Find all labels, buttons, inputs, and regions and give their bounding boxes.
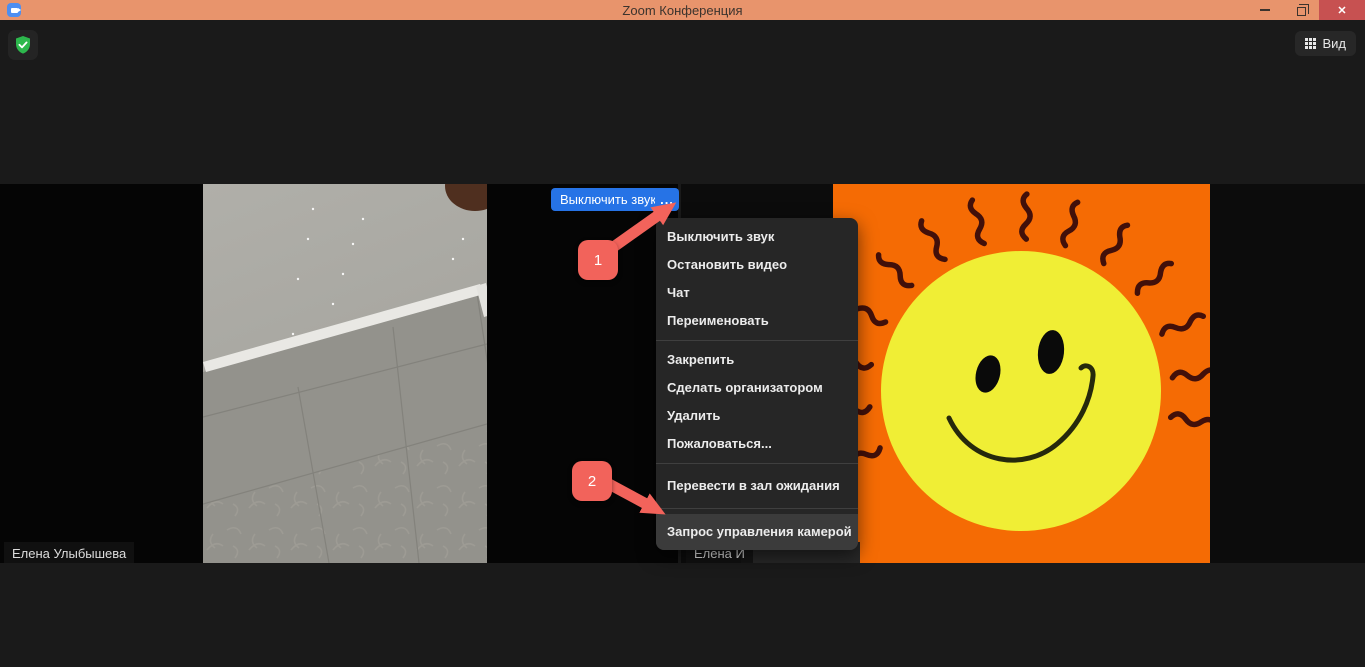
menu-separator <box>656 508 858 509</box>
minimize-button[interactable] <box>1247 0 1283 20</box>
tiled-wall-photo <box>203 184 487 563</box>
participant-name-label: Елена Улыбышева <box>4 542 134 563</box>
mute-participant-button[interactable]: Выключить звук <box>551 188 665 211</box>
minimize-icon <box>1260 9 1270 11</box>
menu-item-chat[interactable]: Чат <box>656 279 858 307</box>
video-tile-1[interactable]: Елена Улыбышева <box>0 184 678 563</box>
shield-check-icon <box>13 35 33 55</box>
menu-item-pin[interactable]: Закрепить <box>656 346 858 374</box>
menu-item-request-camera-control[interactable]: Запрос управления камерой <box>656 514 858 550</box>
annotation-badge-1: 1 <box>578 240 618 280</box>
menu-separator <box>656 463 858 464</box>
menu-item-make-host[interactable]: Сделать организатором <box>656 374 858 402</box>
sun-smiley-drawing <box>833 184 1210 563</box>
window-title: Zoom Конференция <box>0 3 1365 18</box>
restore-icon <box>1297 7 1306 16</box>
menu-item-remove[interactable]: Удалить <box>656 402 858 430</box>
participant-context-menu: Выключить звук Остановить видео Чат Пере… <box>656 218 858 550</box>
menu-item-report[interactable]: Пожаловаться... <box>656 430 858 458</box>
more-options-button[interactable]: ... <box>655 188 679 211</box>
close-button[interactable]: ✕ <box>1319 0 1365 20</box>
menu-separator <box>656 340 858 341</box>
menu-item-mute[interactable]: Выключить звук <box>656 223 858 251</box>
security-button[interactable] <box>8 30 38 60</box>
view-button[interactable]: Вид <box>1295 31 1356 56</box>
zoom-meeting-window: Zoom Конференция ✕ Вид <box>0 0 1365 667</box>
participant-1-name: Елена Улыбышева <box>12 546 126 561</box>
menu-item-waiting-room[interactable]: Перевести в зал ожидания <box>656 469 858 503</box>
view-button-label: Вид <box>1322 36 1346 51</box>
menu-item-stop-video[interactable]: Остановить видео <box>656 251 858 279</box>
grid-view-icon <box>1305 38 1316 49</box>
restore-button[interactable] <box>1283 0 1319 20</box>
titlebar[interactable]: Zoom Конференция ✕ <box>0 0 1365 20</box>
annotation-badge-2: 2 <box>572 461 612 501</box>
menu-item-rename[interactable]: Переименовать <box>656 307 858 335</box>
